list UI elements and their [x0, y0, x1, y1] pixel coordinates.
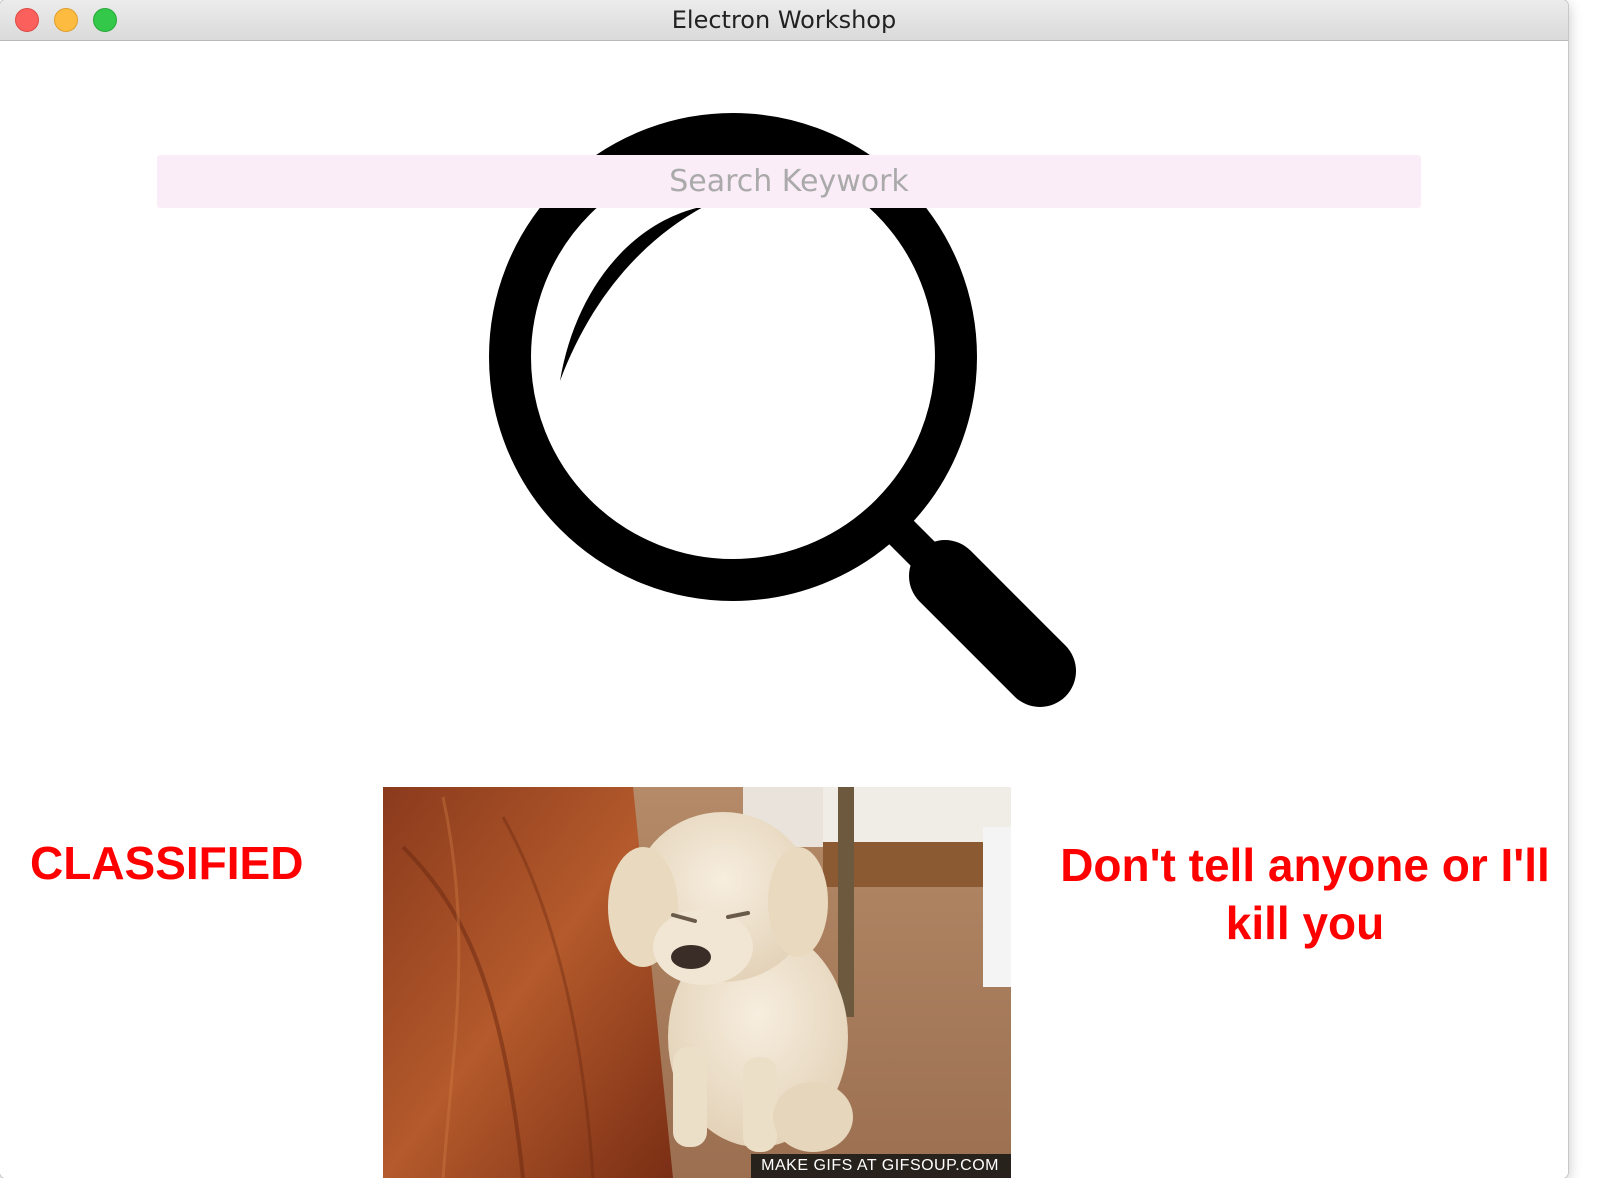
- puppy-gif: MAKE GIFS AT GIFSOUP.COM: [383, 787, 1011, 1178]
- warning-label: Don't tell anyone or I'll kill you: [1060, 839, 1550, 949]
- app-window: Electron Workshop CLASSIFIED: [0, 0, 1568, 1178]
- main-content: CLASSIFIED: [0, 41, 1568, 1178]
- window-title: Electron Workshop: [671, 6, 897, 34]
- classified-label: CLASSIFIED: [30, 837, 304, 889]
- background-terminal-strip: [0, 1178, 1598, 1204]
- gif-watermark: MAKE GIFS AT GIFSOUP.COM: [751, 1154, 1011, 1178]
- search-input[interactable]: [157, 155, 1421, 208]
- title-bar[interactable]: Electron Workshop: [0, 0, 1568, 41]
- puppy-gif-image: [383, 787, 1011, 1178]
